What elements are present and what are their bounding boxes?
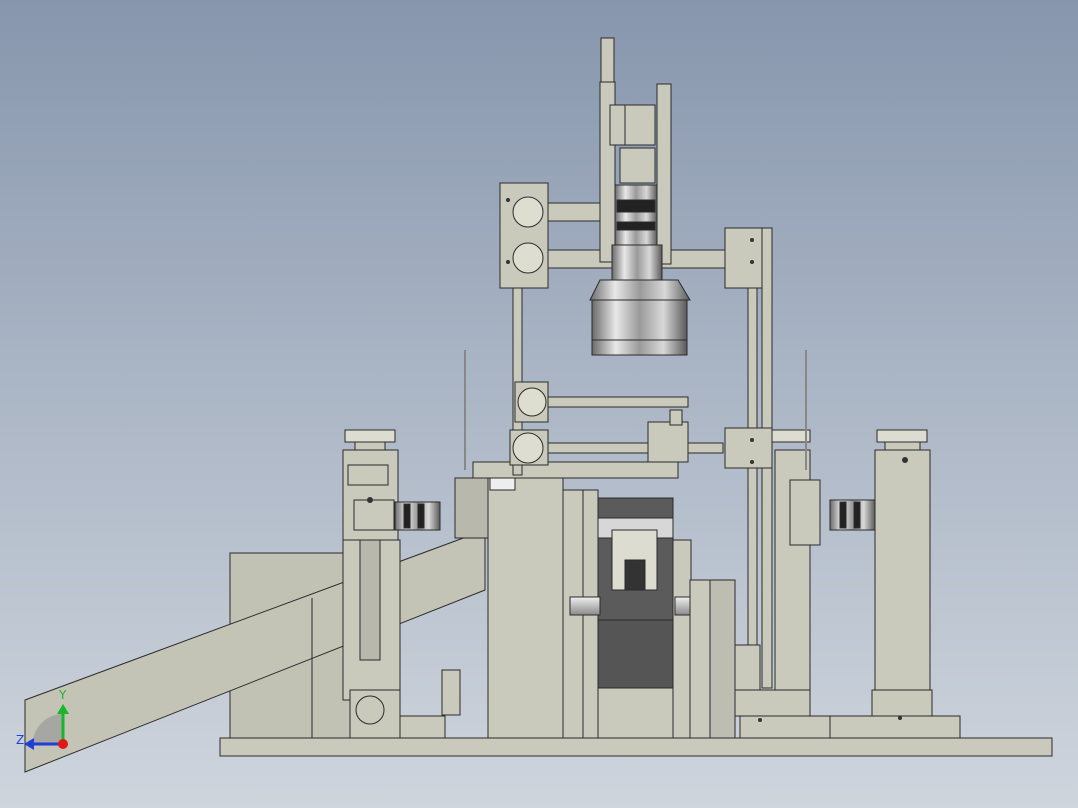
triad-x-axis [58, 739, 68, 749]
right-column-outer [874, 449, 931, 691]
machine-assembly-drawing [24, 37, 1053, 773]
central-block [487, 477, 564, 739]
base-plate [219, 737, 1053, 757]
right-camera [829, 499, 876, 531]
triad-y-label: Y [59, 688, 67, 702]
cad-viewport[interactable]: Y Z [0, 0, 1078, 808]
triad-z-label: Z [16, 733, 25, 747]
